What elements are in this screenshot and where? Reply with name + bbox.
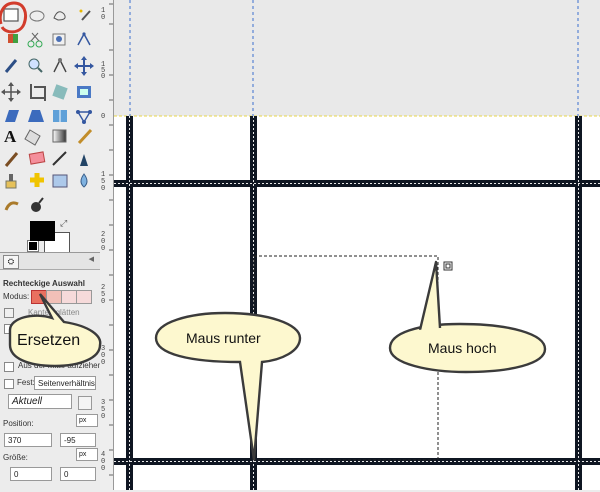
move-icon[interactable] (74, 56, 94, 76)
measure-icon[interactable] (53, 58, 67, 73)
bucket-fill-icon[interactable] (24, 129, 41, 146)
mode-subtract-button[interactable] (61, 290, 77, 304)
size-unit-select[interactable]: px (76, 448, 98, 461)
fuzzy-select-icon[interactable] (79, 9, 91, 21)
tool-options-tab[interactable]: ⛭ (3, 255, 19, 269)
text-icon[interactable]: A (4, 127, 17, 146)
size-height-input[interactable]: 0 (60, 467, 96, 481)
foreground-color-swatch-front (30, 221, 55, 241)
align-icon[interactable] (1, 82, 21, 102)
feather-checkbox[interactable] (4, 324, 14, 334)
dodge-burn-icon[interactable] (31, 197, 44, 212)
position-y-input[interactable]: -95 (60, 433, 96, 447)
toolbox: A ⤢ ⛭ ◀ Rechteckige Auswahl Modus: Kante… (0, 0, 103, 490)
smooth-checkbox[interactable] (4, 308, 14, 318)
aspect-ratio-input[interactable]: Aktuell (8, 394, 72, 409)
cage-icon[interactable] (76, 110, 92, 124)
perspective-icon[interactable] (28, 110, 44, 122)
smooth-label: Kanten glätten (28, 308, 80, 317)
tool-options-tabbar: ⛭ ◀ (0, 252, 100, 270)
heal-icon[interactable] (30, 173, 44, 187)
free-select-icon[interactable] (53, 11, 66, 21)
flip-icon[interactable] (53, 110, 67, 122)
fixed-checkbox[interactable] (4, 379, 14, 389)
mode-label: Modus: (3, 292, 30, 301)
aspect-menu-button[interactable] (78, 396, 92, 410)
fixed-type-select[interactable]: Seitenverhältnis (34, 376, 96, 390)
color-picker-icon[interactable] (4, 59, 18, 73)
size-label: Größe: (3, 453, 28, 462)
guides (129, 0, 579, 116)
image-canvas[interactable] (114, 0, 600, 490)
tool-options-title: Rechteckige Auswahl (3, 279, 85, 288)
blur-icon[interactable] (80, 173, 88, 188)
paintbrush-icon[interactable] (4, 152, 19, 167)
resize-handle-icon (443, 261, 453, 271)
tab-menu-icon[interactable]: ◀ (89, 255, 94, 263)
crop-icon[interactable] (30, 84, 46, 101)
scale-icon[interactable] (77, 86, 91, 98)
from-center-label: Aus der Mitte aufziehen (18, 361, 103, 370)
scissors-select-icon[interactable] (27, 32, 43, 48)
svg-text:0: 0 (101, 298, 105, 306)
smudge-icon[interactable] (4, 201, 19, 211)
position-label: Position: (3, 419, 34, 428)
callout-maus-hoch: Maus hoch (428, 340, 497, 356)
ellipse-select-icon[interactable] (29, 10, 45, 22)
perspective-clone-icon[interactable] (52, 174, 68, 188)
svg-text:A: A (4, 127, 17, 146)
callout-ersetzen: Ersetzen (17, 332, 81, 349)
svg-text:0: 0 (101, 465, 105, 473)
mode-replace-button[interactable] (31, 290, 47, 304)
blend-icon[interactable] (52, 129, 67, 143)
paths-icon[interactable] (77, 32, 91, 46)
eraser-icon[interactable] (28, 151, 46, 165)
airbrush-icon[interactable] (52, 151, 67, 166)
svg-text:0: 0 (101, 113, 105, 121)
svg-text:0: 0 (101, 14, 105, 22)
canvas-drawing (114, 0, 600, 490)
mode-intersect-button[interactable] (76, 290, 92, 304)
swap-colors-icon[interactable]: ⤢ (60, 218, 67, 229)
svg-text:0: 0 (101, 359, 105, 367)
color-select-icon[interactable] (8, 34, 18, 43)
tool-grid: A (0, 1, 94, 212)
rotate-icon[interactable] (52, 84, 68, 100)
svg-text:0: 0 (101, 73, 105, 81)
from-center-checkbox[interactable] (4, 362, 14, 372)
svg-text:0: 0 (101, 185, 105, 193)
vertical-ruler[interactable]: 10 150 0 150 200 250 300 350 400 (100, 0, 114, 490)
position-unit-select[interactable]: px (76, 414, 98, 427)
reset-colors-icon[interactable] (27, 240, 39, 252)
position-x-input[interactable]: 370 (4, 433, 52, 447)
fixed-label: Fest: (17, 378, 35, 387)
zoom-icon[interactable] (28, 58, 43, 73)
pencil-icon[interactable] (77, 128, 93, 145)
mode-add-button[interactable] (46, 290, 62, 304)
svg-text:0: 0 (101, 413, 105, 421)
image-area (114, 116, 600, 490)
clone-icon[interactable] (5, 174, 17, 189)
svg-text:0: 0 (101, 245, 105, 253)
shear-icon[interactable] (5, 110, 19, 122)
ruler-ticks: 10 150 0 150 200 250 300 350 400 (101, 3, 113, 476)
callout-maus-runter: Maus runter (186, 330, 261, 346)
ink-icon[interactable] (80, 154, 88, 166)
foreground-select-icon[interactable] (52, 33, 66, 46)
size-width-input[interactable]: 0 (10, 467, 52, 481)
rect-select-icon[interactable] (3, 8, 19, 22)
